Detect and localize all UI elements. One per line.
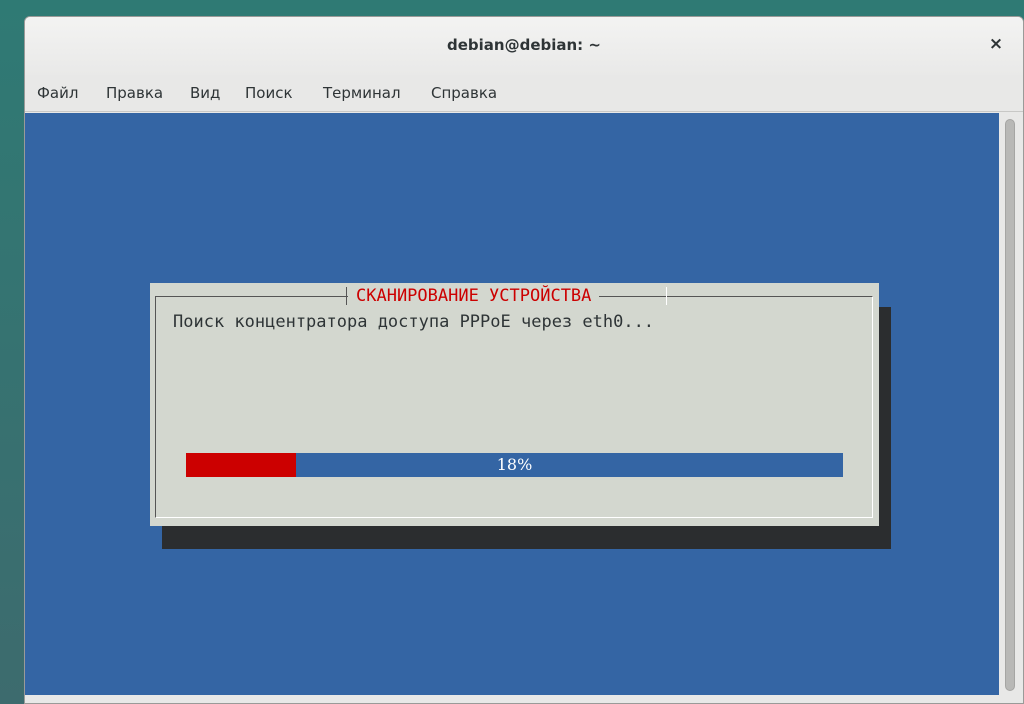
terminal-area[interactable]: СКАНИРОВАНИЕ УСТРОЙСТВА Поиск концентрат… bbox=[25, 113, 999, 696]
progress-percent: 18% bbox=[496, 455, 533, 474]
menu-search[interactable]: Поиск bbox=[245, 84, 293, 102]
progress-bar: 18% bbox=[186, 453, 843, 477]
close-icon[interactable]: × bbox=[983, 31, 1009, 57]
dialog-title-divider-left bbox=[346, 287, 347, 305]
menubar: Файл Правка Вид Поиск Терминал Справка bbox=[25, 75, 1023, 112]
menu-view[interactable]: Вид bbox=[190, 84, 220, 102]
dialog-message: Поиск концентратора доступа PPPoE через … bbox=[173, 312, 655, 332]
menu-terminal[interactable]: Терминал bbox=[323, 84, 401, 102]
terminal-window: debian@debian: ~ × Файл Правка Вид Поиск… bbox=[24, 16, 1024, 704]
window-bottom-border bbox=[25, 695, 1023, 703]
menu-help[interactable]: Справка bbox=[431, 84, 497, 102]
scan-dialog: СКАНИРОВАНИЕ УСТРОЙСТВА Поиск концентрат… bbox=[150, 283, 879, 526]
menu-file[interactable]: Файл bbox=[37, 84, 78, 102]
window-titlebar[interactable]: debian@debian: ~ × bbox=[25, 17, 1023, 75]
window-title: debian@debian: ~ bbox=[447, 36, 601, 54]
scrollbar[interactable] bbox=[999, 113, 1023, 696]
dialog-title: СКАНИРОВАНИЕ УСТРОЙСТВА bbox=[348, 283, 600, 309]
scrollbar-thumb[interactable] bbox=[1005, 119, 1015, 691]
dialog-title-divider-right bbox=[666, 287, 667, 305]
menu-edit[interactable]: Правка bbox=[106, 84, 163, 102]
